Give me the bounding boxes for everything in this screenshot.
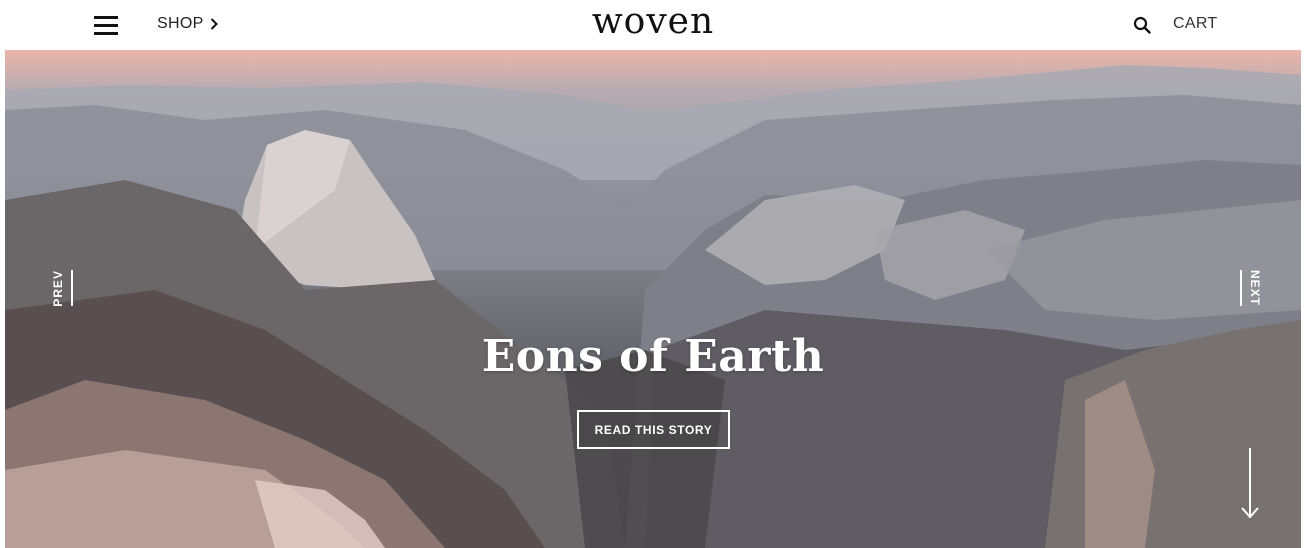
prev-label: PREV xyxy=(51,269,65,307)
next-slide-button[interactable]: NEXT xyxy=(1240,270,1262,306)
site-header: SHOP woven CART xyxy=(0,0,1306,50)
hero-banner: PREV NEXT Eons of Earth READ THIS STORY xyxy=(5,50,1301,548)
prev-slide-button[interactable]: PREV xyxy=(51,270,73,306)
read-story-button[interactable]: READ THIS STORY xyxy=(577,410,730,449)
site-logo[interactable]: woven xyxy=(0,1,1306,42)
next-divider xyxy=(1240,270,1242,306)
prev-divider xyxy=(71,270,73,306)
search-icon[interactable] xyxy=(1133,16,1151,34)
hero-title: Eons of Earth xyxy=(481,331,825,382)
hero-background-image xyxy=(5,65,1301,548)
arrow-down-icon[interactable] xyxy=(1240,448,1260,520)
cart-link[interactable]: CART xyxy=(1173,15,1217,33)
next-label: NEXT xyxy=(1248,270,1262,307)
